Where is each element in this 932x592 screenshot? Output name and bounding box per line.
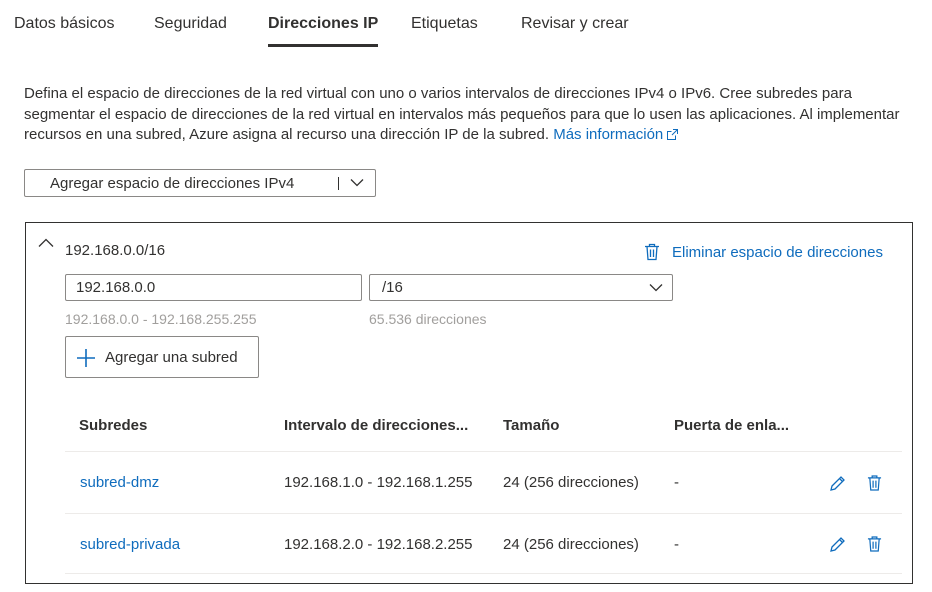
prefix-dropdown[interactable]: /16 (369, 274, 673, 301)
add-subnet-label: Agregar una subred (105, 349, 238, 366)
add-space-label: Agregar espacio de direcciones IPv4 (50, 175, 295, 192)
dropdown-separator (338, 177, 339, 190)
column-header-intervalo[interactable]: Intervalo de direcciones... (284, 417, 468, 434)
subnet-range: 192.168.2.0 - 192.168.2.255 (284, 536, 473, 553)
plus-icon (77, 349, 95, 367)
subnet-gateway: - (674, 474, 679, 491)
wizard-tabs: Datos básicos Seguridad Direcciones IP E… (0, 0, 932, 50)
table-divider (65, 573, 902, 574)
add-ipv4-address-space-dropdown[interactable]: Agregar espacio de direcciones IPv4 (24, 169, 376, 197)
pencil-icon[interactable] (829, 475, 846, 492)
more-info-link[interactable]: Más información (553, 126, 679, 143)
pencil-icon[interactable] (829, 536, 846, 553)
prefix-value: /16 (382, 279, 403, 296)
subnet-gateway: - (674, 536, 679, 553)
address-range-hint: 192.168.0.0 - 192.168.255.255 (65, 311, 257, 327)
tab-etiquetas[interactable]: Etiquetas (411, 15, 478, 33)
add-subnet-button[interactable]: Agregar una subred (65, 336, 259, 378)
tab-seguridad[interactable]: Seguridad (154, 15, 227, 33)
chevron-up-icon[interactable] (38, 238, 54, 248)
description-text: Defina el espacio de direcciones de la r… (24, 85, 900, 143)
subnet-name-link[interactable]: subred-dmz (80, 474, 159, 491)
chevron-down-icon (649, 284, 663, 292)
chevron-down-icon (350, 179, 364, 187)
delete-address-space-button[interactable]: Eliminar espacio de direcciones (644, 240, 883, 264)
subnet-size: 24 (256 direcciones) (503, 536, 639, 553)
tab-direcciones-ip[interactable]: Direcciones IP (268, 15, 378, 33)
column-header-tamano[interactable]: Tamaño (503, 417, 559, 434)
table-divider (65, 451, 902, 452)
subnet-name-link[interactable]: subred-privada (80, 536, 180, 553)
tab-revisar-y-crear[interactable]: Revisar y crear (521, 15, 629, 33)
trash-icon[interactable] (867, 474, 882, 492)
active-tab-indicator (268, 44, 378, 47)
column-header-puerta-de-enlace[interactable]: Puerta de enla... (674, 417, 789, 434)
subnet-size: 24 (256 direcciones) (503, 474, 639, 491)
address-space-title: 192.168.0.0/16 (65, 242, 166, 259)
trash-icon[interactable] (867, 535, 882, 553)
address-count-hint: 65.536 direcciones (369, 311, 487, 327)
external-link-icon (667, 129, 679, 140)
subnet-range: 192.168.1.0 - 192.168.1.255 (284, 474, 473, 491)
delete-address-space-label: Eliminar espacio de direcciones (672, 243, 883, 261)
table-divider (65, 513, 902, 514)
more-info-label: Más información (553, 126, 664, 143)
description: Defina el espacio de direcciones de la r… (24, 84, 914, 146)
ip-address-input[interactable] (65, 274, 362, 301)
column-header-subredes[interactable]: Subredes (79, 417, 147, 434)
trash-icon (645, 243, 659, 261)
tab-datos-basicos[interactable]: Datos básicos (14, 15, 115, 33)
